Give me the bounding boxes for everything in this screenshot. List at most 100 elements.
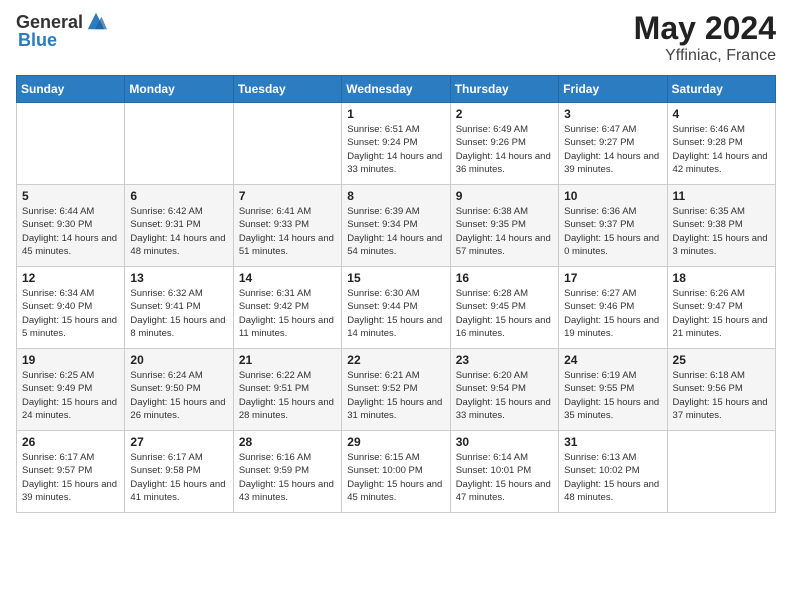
cell-date-number: 6	[130, 189, 227, 203]
cell-date-number: 19	[22, 353, 119, 367]
calendar-cell: 12 Sunrise: 6:34 AMSunset: 9:40 PMDayligh…	[17, 267, 125, 349]
cell-date-number: 15	[347, 271, 444, 285]
cell-info: Sunrise: 6:41 AMSunset: 9:33 PMDaylight:…	[239, 205, 336, 258]
cell-info: Sunrise: 6:51 AMSunset: 9:24 PMDaylight:…	[347, 123, 444, 176]
calendar-cell	[125, 103, 233, 185]
calendar-cell: 15 Sunrise: 6:30 AMSunset: 9:44 PMDayligh…	[342, 267, 450, 349]
cell-date-number: 28	[239, 435, 336, 449]
calendar-cell: 18Sunrise: 6:26 AMSunset: 9:47 PMDayligh…	[667, 267, 775, 349]
calendar-cell: 4Sunrise: 6:46 AMSunset: 9:28 PMDaylight…	[667, 103, 775, 185]
cell-date-number: 29	[347, 435, 444, 449]
cell-date-number: 17	[564, 271, 661, 285]
calendar-cell: 1 Sunrise: 6:51 AMSunset: 9:24 PMDaylight…	[342, 103, 450, 185]
cell-info: Sunrise: 6:25 AMSunset: 9:49 PMDaylight:…	[22, 369, 119, 422]
weekday-header-wednesday: Wednesday	[342, 76, 450, 103]
calendar-cell: 21Sunrise: 6:22 AMSunset: 9:51 PMDayligh…	[233, 349, 341, 431]
weekday-header-thursday: Thursday	[450, 76, 558, 103]
calendar-cell	[17, 103, 125, 185]
cell-info: Sunrise: 6:34 AMSunset: 9:40 PMDaylight:…	[22, 287, 119, 340]
cell-info: Sunrise: 6:32 AMSunset: 9:41 PMDaylight:…	[130, 287, 227, 340]
weekday-header-tuesday: Tuesday	[233, 76, 341, 103]
calendar-cell: 7 Sunrise: 6:41 AMSunset: 9:33 PMDaylight…	[233, 185, 341, 267]
cell-date-number: 26	[22, 435, 119, 449]
week-row-4: 19 Sunrise: 6:25 AMSunset: 9:49 PMDayligh…	[17, 349, 776, 431]
cell-date-number: 11	[673, 189, 770, 203]
cell-info: Sunrise: 6:35 AMSunset: 9:38 PMDaylight:…	[673, 205, 770, 258]
month-title: May 2024	[634, 10, 776, 47]
cell-date-number: 9	[456, 189, 553, 203]
cell-info: Sunrise: 6:36 AMSunset: 9:37 PMDaylight:…	[564, 205, 661, 258]
cell-date-number: 16	[456, 271, 553, 285]
cell-date-number: 10	[564, 189, 661, 203]
logo: General Blue	[16, 10, 107, 51]
calendar-cell: 26Sunrise: 6:17 AMSunset: 9:57 PMDayligh…	[17, 431, 125, 513]
cell-date-number: 12	[22, 271, 119, 285]
calendar-cell: 3 Sunrise: 6:47 AMSunset: 9:27 PMDaylight…	[559, 103, 667, 185]
calendar-cell: 17 Sunrise: 6:27 AMSunset: 9:46 PMDayligh…	[559, 267, 667, 349]
cell-info: Sunrise: 6:26 AMSunset: 9:47 PMDaylight:…	[673, 287, 770, 340]
calendar-cell: 2 Sunrise: 6:49 AMSunset: 9:26 PMDaylight…	[450, 103, 558, 185]
cell-info: Sunrise: 6:24 AMSunset: 9:50 PMDaylight:…	[130, 369, 227, 422]
cell-info: Sunrise: 6:39 AMSunset: 9:34 PMDaylight:…	[347, 205, 444, 258]
cell-info: Sunrise: 6:21 AMSunset: 9:52 PMDaylight:…	[347, 369, 444, 422]
cell-info: Sunrise: 6:31 AMSunset: 9:42 PMDaylight:…	[239, 287, 336, 340]
weekday-header-friday: Friday	[559, 76, 667, 103]
cell-date-number: 1	[347, 107, 444, 121]
cell-date-number: 25	[673, 353, 770, 367]
calendar-cell: 28Sunrise: 6:16 AMSunset: 9:59 PMDayligh…	[233, 431, 341, 513]
cell-info: Sunrise: 6:27 AMSunset: 9:46 PMDaylight:…	[564, 287, 661, 340]
calendar-cell: 5 Sunrise: 6:44 AMSunset: 9:30 PMDaylight…	[17, 185, 125, 267]
cell-info: Sunrise: 6:18 AMSunset: 9:56 PMDaylight:…	[673, 369, 770, 422]
cell-date-number: 3	[564, 107, 661, 121]
calendar-cell: 25 Sunrise: 6:18 AMSunset: 9:56 PMDayligh…	[667, 349, 775, 431]
calendar-cell: 27 Sunrise: 6:17 AMSunset: 9:58 PMDayligh…	[125, 431, 233, 513]
week-row-1: 1 Sunrise: 6:51 AMSunset: 9:24 PMDaylight…	[17, 103, 776, 185]
cell-info: Sunrise: 6:44 AMSunset: 9:30 PMDaylight:…	[22, 205, 119, 258]
cell-date-number: 30	[456, 435, 553, 449]
weekday-header-monday: Monday	[125, 76, 233, 103]
weekday-header-saturday: Saturday	[667, 76, 775, 103]
cell-date-number: 2	[456, 107, 553, 121]
page: General Blue May 2024 Yffiniac, France S…	[0, 0, 792, 612]
cell-date-number: 8	[347, 189, 444, 203]
calendar-cell: 20 Sunrise: 6:24 AMSunset: 9:50 PMDayligh…	[125, 349, 233, 431]
cell-info: Sunrise: 6:14 AMSunset: 10:01 PMDaylight…	[456, 451, 553, 504]
logo-blue-text: Blue	[18, 30, 57, 51]
week-row-2: 5 Sunrise: 6:44 AMSunset: 9:30 PMDaylight…	[17, 185, 776, 267]
calendar-cell: 24Sunrise: 6:19 AMSunset: 9:55 PMDayligh…	[559, 349, 667, 431]
cell-date-number: 14	[239, 271, 336, 285]
cell-info: Sunrise: 6:47 AMSunset: 9:27 PMDaylight:…	[564, 123, 661, 176]
calendar-cell: 13 Sunrise: 6:32 AMSunset: 9:41 PMDayligh…	[125, 267, 233, 349]
location-title: Yffiniac, France	[634, 47, 776, 65]
cell-info: Sunrise: 6:30 AMSunset: 9:44 PMDaylight:…	[347, 287, 444, 340]
weekday-header-sunday: Sunday	[17, 76, 125, 103]
calendar-cell	[667, 431, 775, 513]
calendar-cell: 8 Sunrise: 6:39 AMSunset: 9:34 PMDaylight…	[342, 185, 450, 267]
calendar-cell: 30 Sunrise: 6:14 AMSunset: 10:01 PMDaylig…	[450, 431, 558, 513]
week-row-3: 12 Sunrise: 6:34 AMSunset: 9:40 PMDayligh…	[17, 267, 776, 349]
title-block: May 2024 Yffiniac, France	[634, 10, 776, 65]
cell-info: Sunrise: 6:22 AMSunset: 9:51 PMDaylight:…	[239, 369, 336, 422]
cell-info: Sunrise: 6:20 AMSunset: 9:54 PMDaylight:…	[456, 369, 553, 422]
cell-info: Sunrise: 6:15 AMSunset: 10:00 PMDaylight…	[347, 451, 444, 504]
cell-info: Sunrise: 6:49 AMSunset: 9:26 PMDaylight:…	[456, 123, 553, 176]
cell-date-number: 13	[130, 271, 227, 285]
calendar-cell: 22 Sunrise: 6:21 AMSunset: 9:52 PMDayligh…	[342, 349, 450, 431]
cell-date-number: 5	[22, 189, 119, 203]
calendar-table: SundayMondayTuesdayWednesdayThursdayFrid…	[16, 75, 776, 513]
header: General Blue May 2024 Yffiniac, France	[16, 10, 776, 65]
cell-info: Sunrise: 6:13 AMSunset: 10:02 PMDaylight…	[564, 451, 661, 504]
cell-info: Sunrise: 6:28 AMSunset: 9:45 PMDaylight:…	[456, 287, 553, 340]
cell-info: Sunrise: 6:46 AMSunset: 9:28 PMDaylight:…	[673, 123, 770, 176]
calendar-cell	[233, 103, 341, 185]
cell-date-number: 27	[130, 435, 227, 449]
week-row-5: 26Sunrise: 6:17 AMSunset: 9:57 PMDayligh…	[17, 431, 776, 513]
cell-date-number: 22	[347, 353, 444, 367]
cell-date-number: 7	[239, 189, 336, 203]
cell-date-number: 23	[456, 353, 553, 367]
cell-date-number: 20	[130, 353, 227, 367]
calendar-cell: 6Sunrise: 6:42 AMSunset: 9:31 PMDaylight…	[125, 185, 233, 267]
cell-info: Sunrise: 6:17 AMSunset: 9:58 PMDaylight:…	[130, 451, 227, 504]
calendar-cell: 23 Sunrise: 6:20 AMSunset: 9:54 PMDayligh…	[450, 349, 558, 431]
cell-date-number: 31	[564, 435, 661, 449]
